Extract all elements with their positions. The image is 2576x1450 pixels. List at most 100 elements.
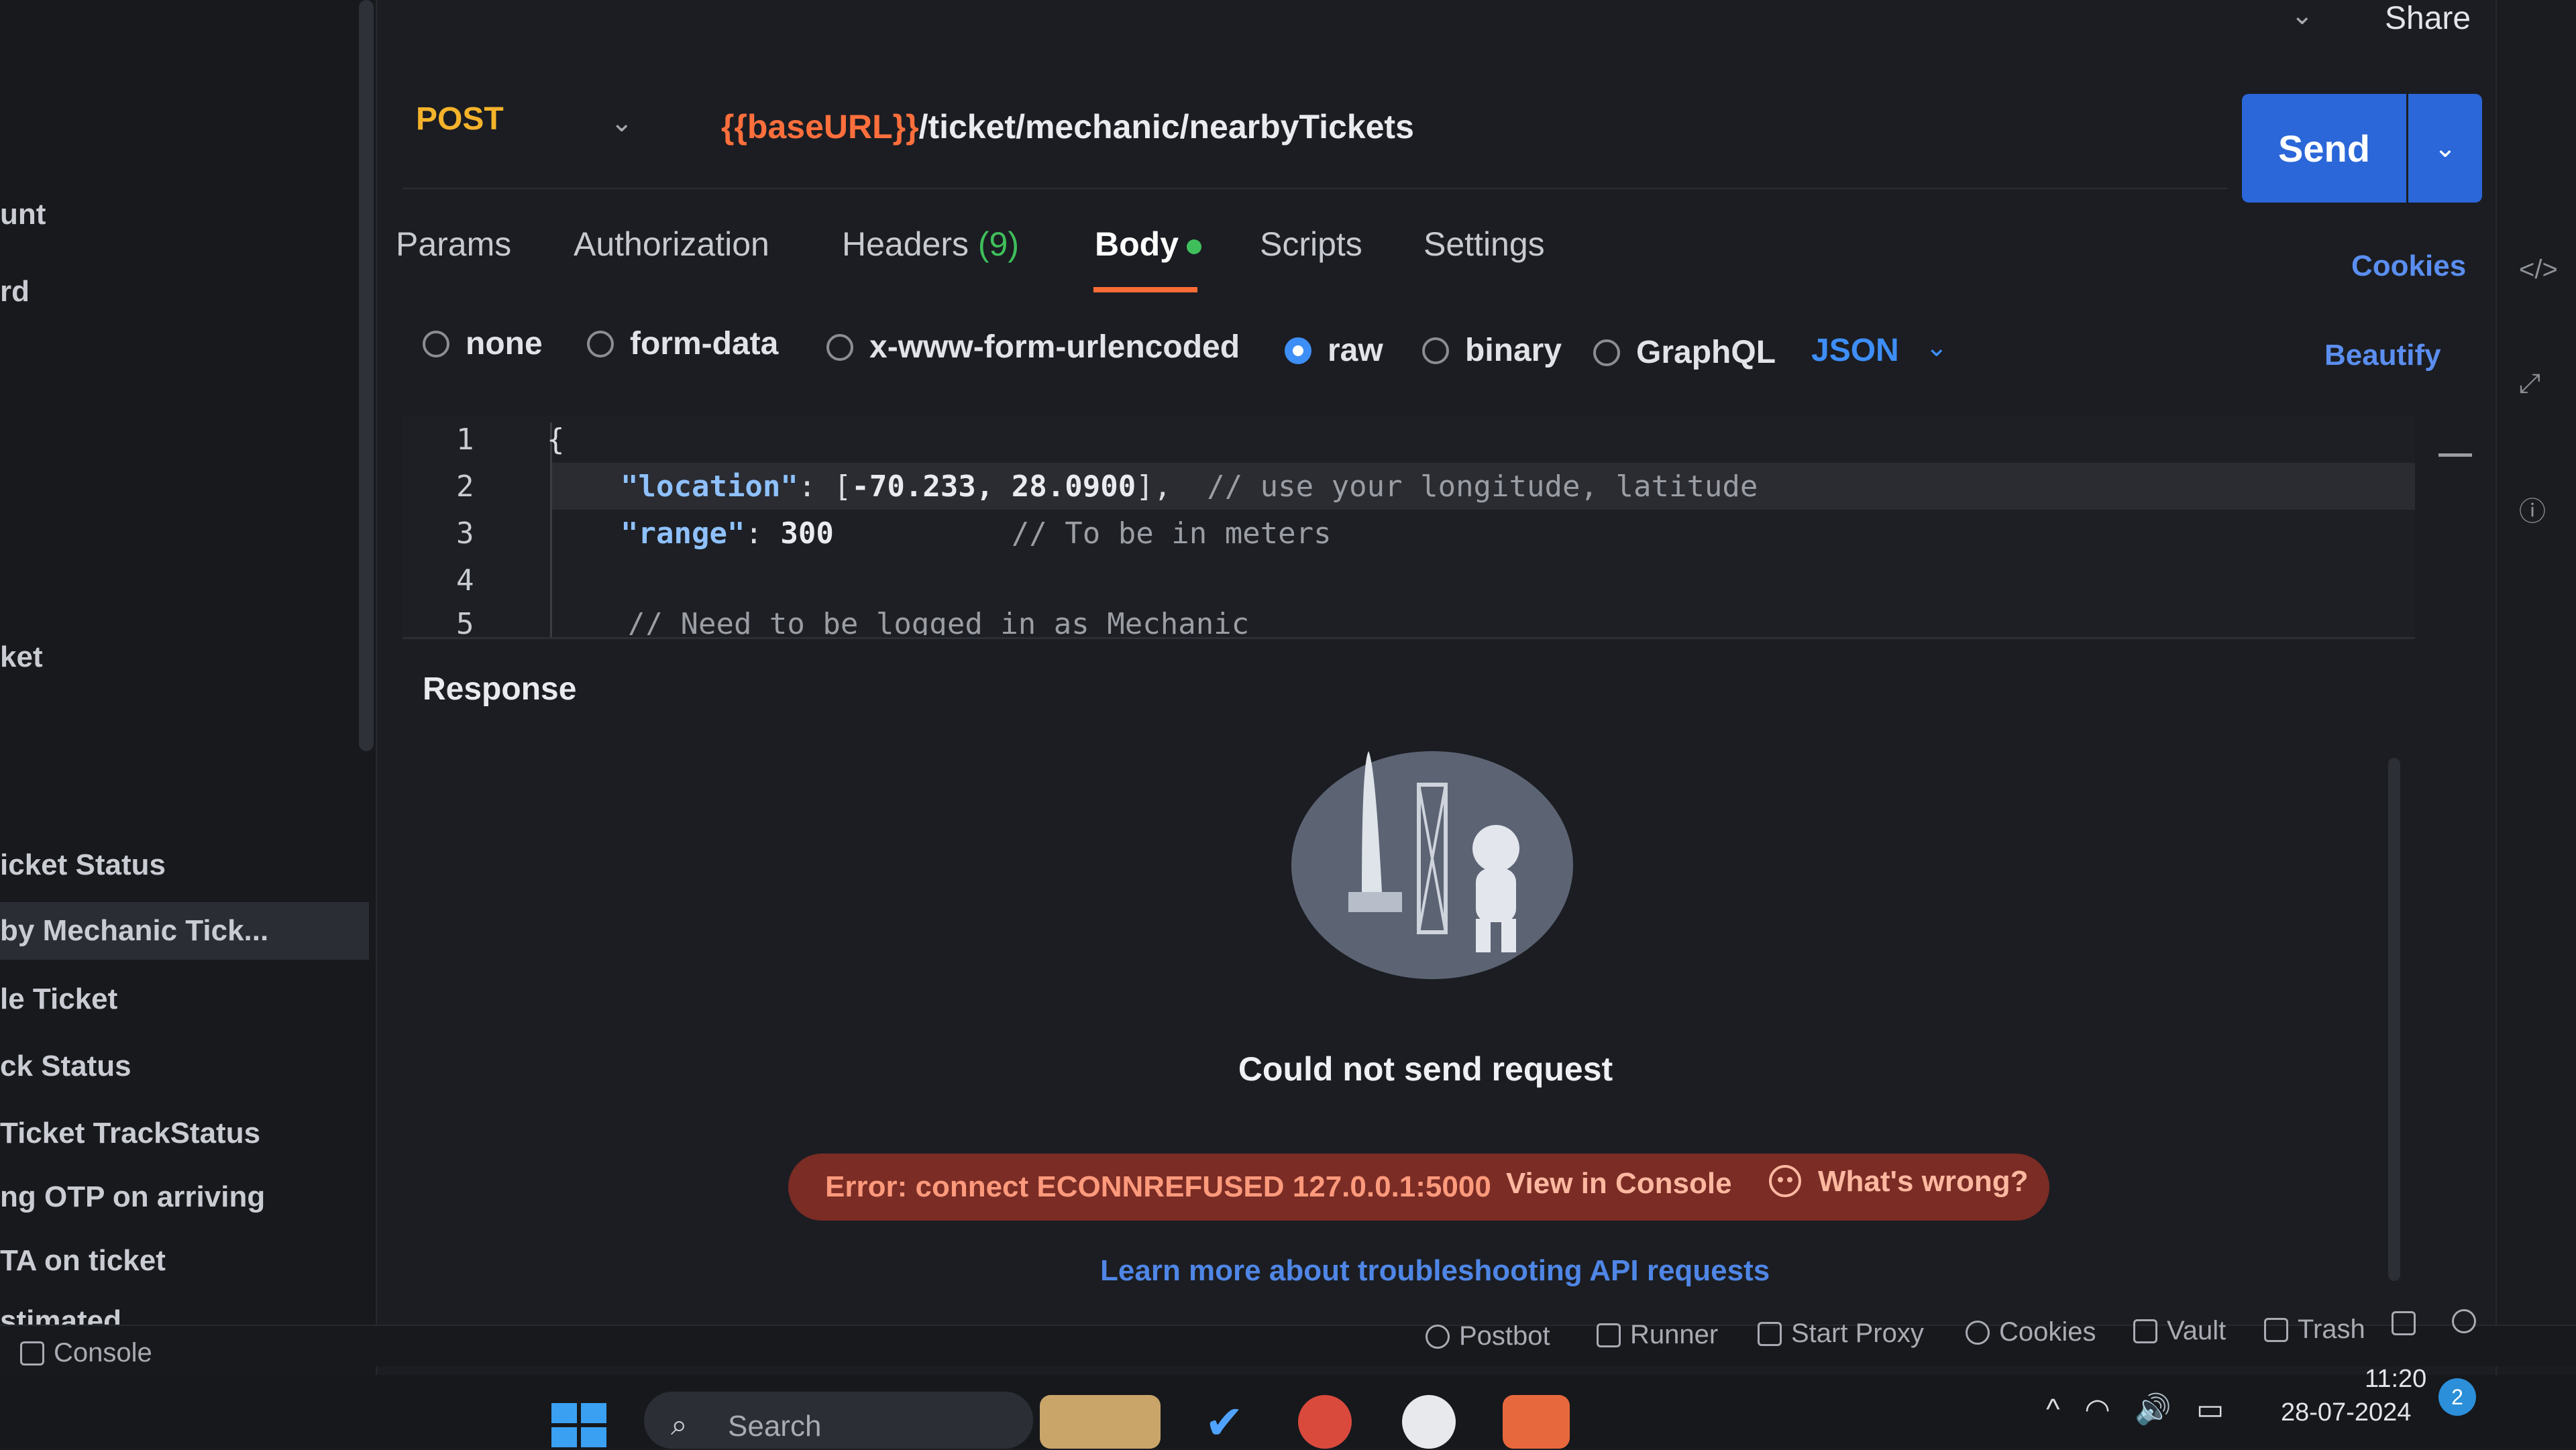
clock-time[interactable]: 11:20 [2365, 1365, 2426, 1394]
tab-headers[interactable]: Headers (9) [842, 225, 1019, 264]
json-value: 300 [780, 516, 834, 551]
tab-authorization[interactable]: Authorization [574, 225, 769, 264]
line-number: 1 [456, 423, 474, 457]
postbot-icon [1426, 1324, 1450, 1349]
start-proxy-button[interactable]: Start Proxy [1758, 1319, 1924, 1349]
radio-circle [1422, 337, 1449, 364]
taskbar-widget-icon[interactable] [1040, 1395, 1161, 1449]
radio-form-data[interactable]: form-data [587, 325, 778, 362]
divider [402, 188, 2227, 189]
language-select[interactable]: JSON [1811, 332, 1899, 369]
clock-date[interactable]: 28-07-2024 [2281, 1398, 2411, 1427]
radio-circle [423, 330, 449, 357]
save-dropdown-chevron-icon[interactable]: ⌄ [2291, 0, 2314, 31]
runner-icon [1597, 1323, 1621, 1347]
radio-graphql[interactable]: GraphQL [1593, 334, 1776, 371]
learn-more-link[interactable]: Learn more about troubleshooting API req… [1100, 1254, 1770, 1288]
runner-button[interactable]: Runner [1597, 1320, 1718, 1350]
expand-icon[interactable]: ⤢ [2519, 369, 2551, 401]
json-value: -70.233, 28.0900 [851, 469, 1136, 504]
tab-scripts[interactable]: Scripts [1260, 225, 1362, 264]
sidebar-item[interactable]: ng OTP on arriving [0, 1180, 265, 1214]
code-line: "range": 300 // To be in meters [621, 516, 1332, 551]
sidebar-scrollbar[interactable] [359, 0, 374, 751]
sidebar-item-active[interactable]: by Mechanic Tick... [0, 902, 369, 960]
cookie-icon [1966, 1320, 1990, 1345]
cookies-label: Cookies [1999, 1317, 2096, 1347]
radio-label: binary [1465, 333, 1562, 368]
active-tab-indicator [1093, 287, 1197, 292]
chevron-down-icon[interactable]: ⌄ [1925, 332, 1948, 363]
send-options-chevron-icon[interactable]: ⌄ [2408, 94, 2482, 203]
radio-label: raw [1328, 333, 1383, 368]
sidebar-item[interactable]: Ticket TrackStatus [0, 1117, 260, 1150]
radio-label: x-www-form-urlencoded [869, 329, 1240, 365]
url-input[interactable]: {{baseURL}}/ticket/mechanic/nearbyTicket… [721, 107, 1414, 146]
taskbar-search-placeholder: Search [728, 1410, 822, 1443]
sidebar-item[interactable]: ket [0, 640, 43, 674]
radio-raw[interactable]: raw [1285, 332, 1383, 369]
code-icon[interactable]: </> [2519, 255, 2558, 287]
postbot-button[interactable]: Postbot [1426, 1321, 1550, 1351]
sidebar-item[interactable]: TA on ticket [0, 1244, 166, 1278]
radio-label: none [466, 326, 543, 361]
code-line: { [547, 423, 565, 457]
tab-settings[interactable]: Settings [1424, 225, 1545, 264]
code-line: "location": [-70.233, 28.0900], // use y… [621, 469, 1758, 504]
help-icon[interactable] [2452, 1309, 2485, 1333]
view-in-console-link[interactable]: View in Console [1506, 1167, 1732, 1201]
layout-icon[interactable] [2392, 1311, 2425, 1335]
tab-params[interactable]: Params [396, 225, 511, 264]
windows-start-icon[interactable] [550, 1402, 608, 1449]
system-tray[interactable]: ^ ◠ 🔊 ▭ [2046, 1392, 2224, 1427]
sidebar-item[interactable]: icket Status [0, 848, 166, 882]
error-title: Could not send request [1238, 1050, 1613, 1088]
layout-toggle-icon [2392, 1311, 2416, 1335]
trash-label: Trash [2298, 1315, 2365, 1344]
radio-circle [1593, 339, 1620, 366]
cookies-button[interactable]: Cookies [1966, 1317, 2096, 1347]
code-comment: // use your longitude, latitude [1207, 469, 1758, 504]
radio-urlencoded[interactable]: x-www-form-urlencoded [826, 329, 1240, 366]
cookies-link[interactable]: Cookies [2351, 249, 2466, 283]
radio-binary[interactable]: binary [1422, 332, 1562, 369]
response-scrollbar[interactable] [2388, 758, 2400, 1281]
tab-body-label: Body [1095, 225, 1179, 263]
sidebar-item[interactable]: stimated [0, 1304, 121, 1325]
share-button[interactable]: Share [2385, 0, 2471, 37]
console-button[interactable]: Console [20, 1338, 152, 1368]
beautify-button[interactable]: Beautify [2324, 339, 2441, 372]
chevron-down-icon[interactable]: ⌄ [610, 107, 635, 137]
console-label: Console [54, 1338, 152, 1368]
whats-wrong-link[interactable]: What's wrong? [1818, 1165, 2029, 1198]
vault-button[interactable]: Vault [2133, 1316, 2226, 1346]
radio-circle [826, 333, 853, 361]
chrome-icon[interactable] [1298, 1395, 1352, 1449]
sidebar-item[interactable]: le Ticket [0, 983, 117, 1016]
taskbar-search[interactable] [644, 1392, 1033, 1449]
collapse-icon[interactable] [2438, 453, 2472, 457]
headers-count-badge: (9) [977, 225, 1020, 263]
right-context-panel [2496, 0, 2576, 1375]
radio-circle-selected [1285, 337, 1311, 364]
info-icon[interactable]: ⓘ [2519, 490, 2551, 526]
send-button[interactable]: Send [2242, 94, 2406, 203]
sidebar-item[interactable]: ck Status [0, 1050, 131, 1083]
sidebar-item[interactable]: unt [0, 198, 46, 231]
todo-app-icon[interactable]: ✔ [1194, 1395, 1254, 1449]
radio-none[interactable]: none [423, 325, 543, 362]
notification-icon[interactable]: 2 [2438, 1378, 2476, 1416]
app-icon[interactable] [1402, 1395, 1456, 1449]
json-punct: : [745, 516, 781, 551]
code-line: // Need to be logged in as Mechanic [627, 607, 1250, 635]
tab-body[interactable]: Body [1095, 225, 1201, 264]
start-proxy-label: Start Proxy [1791, 1319, 1924, 1348]
response-heading: Response [423, 671, 577, 707]
radio-circle [587, 330, 614, 357]
sidebar-item[interactable]: rd [0, 275, 30, 309]
json-punct: : [ [798, 469, 852, 504]
help-circle-icon [2452, 1309, 2476, 1333]
postman-icon[interactable] [1503, 1395, 1570, 1449]
method-select[interactable]: POST [416, 101, 504, 137]
trash-button[interactable]: Trash [2264, 1315, 2365, 1345]
